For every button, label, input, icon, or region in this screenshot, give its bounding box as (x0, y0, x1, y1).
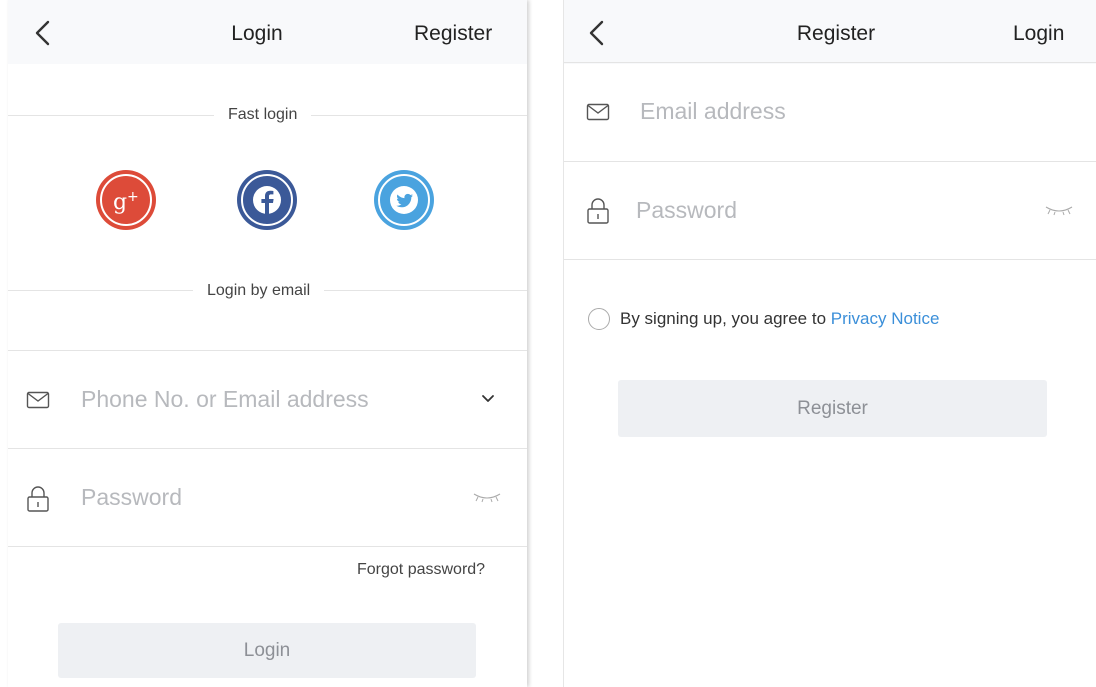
email-placeholder: Phone No. or Email address (81, 386, 369, 412)
back-arrow-icon[interactable] (30, 18, 58, 48)
page-title: Login (231, 22, 283, 45)
facebook-button[interactable] (237, 170, 297, 230)
forgot-password-link[interactable]: Forgot password? (357, 561, 485, 579)
register-navbar: Register Login (564, 0, 1096, 64)
password-field[interactable]: Password (564, 161, 1096, 259)
back-arrow-icon[interactable] (584, 18, 612, 48)
password-placeholder: Password (636, 197, 737, 223)
login-link[interactable]: Login (1013, 22, 1064, 46)
chevron-down-icon[interactable] (480, 393, 496, 405)
agree-label: By signing up, you agree to (620, 309, 827, 328)
field-border (8, 546, 527, 547)
eye-closed-icon[interactable] (1044, 203, 1074, 217)
login-navbar: Login Register (8, 0, 527, 64)
register-link[interactable]: Register (414, 22, 492, 46)
eye-closed-icon[interactable] (472, 490, 502, 504)
svg-text:+: + (127, 189, 139, 205)
mail-icon (26, 391, 50, 409)
register-screen: Register Login Email address Password By… (563, 0, 1096, 687)
register-button[interactable]: Register (618, 380, 1047, 437)
svg-text:g: g (113, 190, 127, 215)
lock-icon (587, 198, 609, 224)
email-field[interactable]: Email address (564, 62, 1096, 160)
email-placeholder: Email address (640, 98, 786, 124)
password-placeholder: Password (81, 484, 182, 510)
login-screen: Login Register Fast login g + Login by e… (8, 0, 527, 687)
fast-login-label: Fast login (214, 106, 312, 124)
mail-icon (586, 103, 610, 121)
page-title: Register (796, 22, 876, 45)
twitter-icon (378, 174, 430, 226)
privacy-notice-link[interactable]: Privacy Notice (831, 309, 940, 328)
twitter-button[interactable] (374, 170, 434, 230)
field-border (564, 259, 1096, 260)
password-field[interactable]: Password (8, 448, 527, 546)
login-by-email-label: Login by email (193, 282, 325, 300)
agreement-text: By signing up, you agree to Privacy Noti… (620, 309, 939, 329)
google-plus-button[interactable]: g + (96, 170, 156, 230)
email-field[interactable]: Phone No. or Email address (8, 350, 527, 448)
google-plus-icon: g + (100, 174, 152, 226)
login-button[interactable]: Login (58, 623, 476, 678)
agree-radio[interactable] (588, 308, 610, 330)
facebook-icon (241, 174, 293, 226)
lock-icon (27, 486, 49, 512)
